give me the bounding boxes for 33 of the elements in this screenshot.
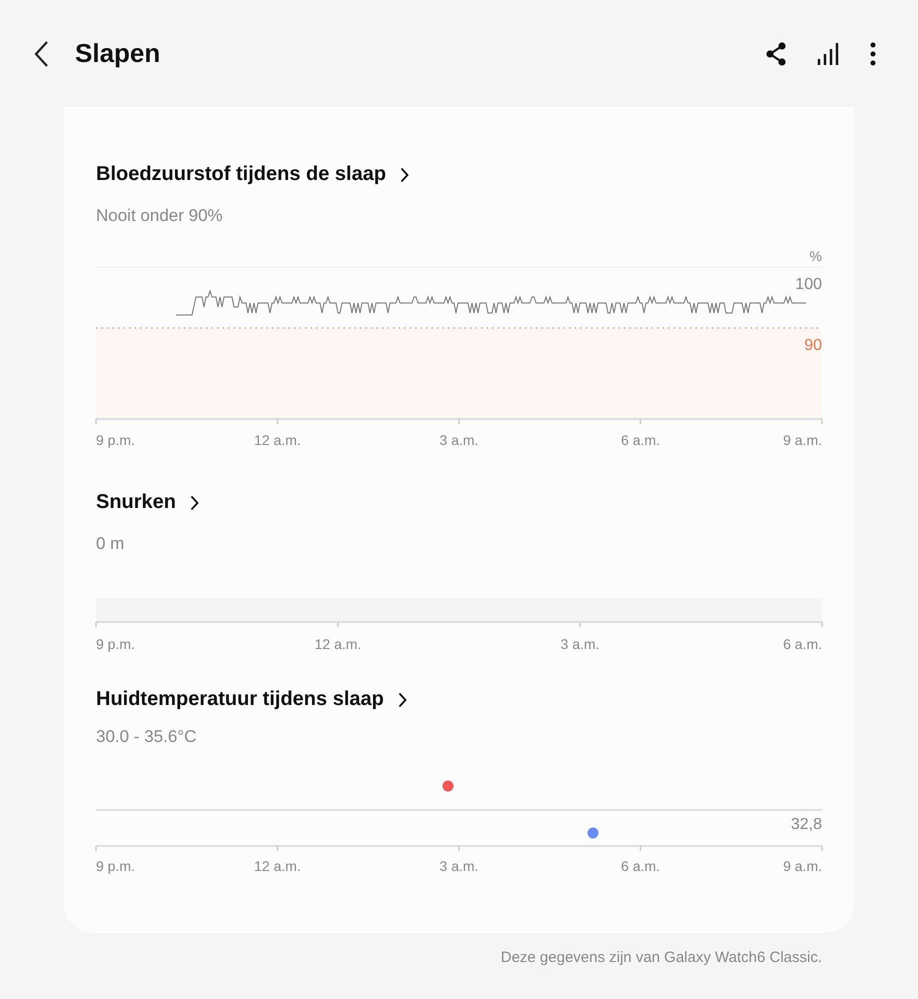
axis-label: 6 a.m. <box>783 636 822 652</box>
source-note: Deze gegevens zijn van Galaxy Watch6 Classic. <box>500 949 822 966</box>
axis-label: 12 a.m. <box>254 858 301 874</box>
threshold-label: 90 <box>804 337 822 354</box>
more-icon[interactable] <box>870 42 876 66</box>
axis-label: 6 a.m. <box>621 858 660 874</box>
axis-label: 3 a.m. <box>440 858 478 874</box>
summary-text: Nooit onder 90% <box>96 206 224 226</box>
axis-label: 9 a.m. <box>783 858 822 874</box>
unit-label: % <box>810 248 822 264</box>
axis-label: 9 a.m. <box>783 432 822 448</box>
axis-label: 100 <box>795 276 822 293</box>
section-link[interactable]: Huidtemperatuur tijdens slaap <box>96 688 407 711</box>
axis-label: 3 a.m. <box>440 432 478 448</box>
axis-label: 32,8 <box>790 816 822 833</box>
axis-label: 12 a.m. <box>254 432 301 448</box>
axis-label: 9 p.m. <box>96 636 135 652</box>
section-link[interactable]: Bloedzuurstof tijdens de slaap <box>96 163 410 186</box>
axis-label: 3 a.m. <box>560 636 600 652</box>
back-icon[interactable] <box>33 40 49 68</box>
summary-text: 0 m <box>96 534 126 554</box>
chevron-right-icon <box>398 692 407 708</box>
section-link[interactable]: Snurken <box>96 491 200 514</box>
axis-label: 9 p.m. <box>96 858 135 874</box>
bar-chart-icon[interactable] <box>817 42 841 66</box>
summary-text: 30.0 - 35.6°C <box>96 727 198 747</box>
axis-label: 9 p.m. <box>96 432 135 448</box>
share-icon[interactable] <box>765 42 787 66</box>
chevron-right-icon <box>190 494 200 510</box>
axis-label: 6 a.m. <box>621 432 660 448</box>
page-title: Slapen <box>75 38 160 69</box>
chevron-right-icon <box>400 166 410 182</box>
axis-label: 12 a.m. <box>314 636 362 652</box>
